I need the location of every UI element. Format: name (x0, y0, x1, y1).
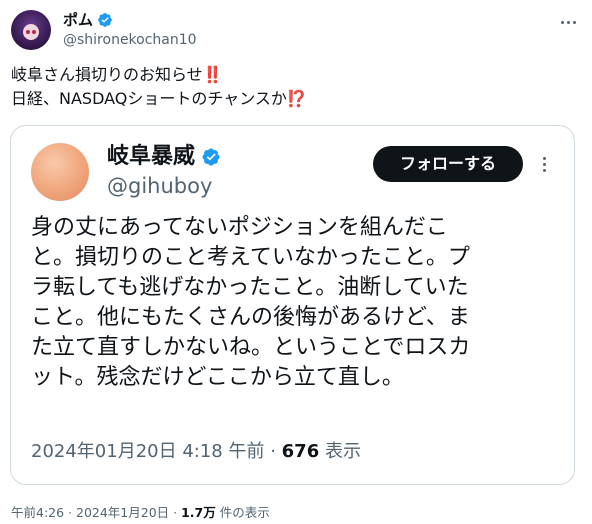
more-options-button[interactable] (556, 10, 580, 34)
quoted-author-handle[interactable]: @gihuboy (107, 173, 212, 199)
view-count: 1.7万 (181, 505, 216, 520)
quoted-text-line: た立て直すしかないね。ということでロスカ (31, 335, 471, 360)
quoted-tweet-card[interactable]: 岐阜暴威 @gihuboy フォローする 身の丈にあってないポジションを組んだこ… (10, 125, 575, 485)
more-options-icon (542, 156, 546, 172)
quoted-more-options-button[interactable] (537, 151, 551, 177)
quoted-text-line: と。損切りのこと考えていなかったこと。プ (31, 245, 470, 270)
quoted-timestamp[interactable]: 2024年01月20日 4:18 午前 (31, 441, 264, 462)
avatar-eye-right (32, 30, 36, 34)
quoted-author-name-row[interactable]: 岐阜暴威 (107, 144, 221, 170)
author-handle[interactable]: @shironekochan10 (63, 31, 197, 49)
meta-separator: · (64, 505, 76, 520)
verified-badge-icon (98, 13, 112, 27)
quoted-text-line: ット。残念だけどここから立て直し。 (31, 365, 404, 390)
quoted-view-count: 676 (281, 441, 320, 462)
tweet-text: 岐阜さん損切りのお知らせ‼️ 日経、NASDAQショートのチャンスか⁉️ (11, 63, 571, 111)
quoted-author-avatar[interactable] (31, 143, 89, 201)
tweet-text-line: 日経、NASDAQショートのチャンスか⁉️ (11, 87, 571, 111)
author-display-name[interactable]: ポム (63, 11, 93, 29)
quoted-text-line: 身の丈にあってないポジションを組んだこ (31, 215, 448, 240)
author-avatar[interactable] (11, 10, 51, 50)
verified-badge-icon (202, 148, 220, 166)
tweet-meta: 午前4:26 · 2024年1月20日 · 1.7万 件の表示 (11, 505, 270, 521)
quoted-text-line: ラ転しても逃げなかったこと。油断していた (31, 275, 469, 300)
tweet-text-line: 岐阜さん損切りのお知らせ‼️ (11, 63, 571, 87)
more-options-icon (560, 20, 576, 24)
author-name-row[interactable]: ポム (63, 11, 113, 29)
follow-button[interactable]: フォローする (373, 146, 523, 182)
quoted-tweet-text: 身の丈にあってないポジションを組んだこ と。損切りのこと考えていなかったこと。プ… (31, 213, 561, 393)
tweet-text-line-2: 日経、NASDAQショートのチャンスか (11, 89, 287, 108)
meta-separator: · (264, 441, 282, 462)
double-exclamation-emoji: ‼️ (202, 65, 223, 84)
exclamation-question-emoji: ⁉️ (286, 89, 307, 108)
quoted-view-label: 表示 (319, 441, 361, 462)
quoted-text-line: こと。他にもたくさんの後悔があるけど、ま (31, 305, 470, 330)
quoted-tweet-meta: 2024年01月20日 4:18 午前 · 676 表示 (31, 440, 361, 464)
view-label: 件の表示 (215, 505, 270, 520)
tweet-text-line-1: 岐阜さん損切りのお知らせ (11, 65, 203, 84)
avatar-eye-left (26, 30, 30, 34)
meta-separator: · (169, 505, 182, 520)
tweet-date[interactable]: 2024年1月20日 (76, 505, 169, 520)
tweet-time[interactable]: 午前4:26 (11, 505, 64, 520)
quoted-author-display-name[interactable]: 岐阜暴威 (107, 144, 195, 170)
